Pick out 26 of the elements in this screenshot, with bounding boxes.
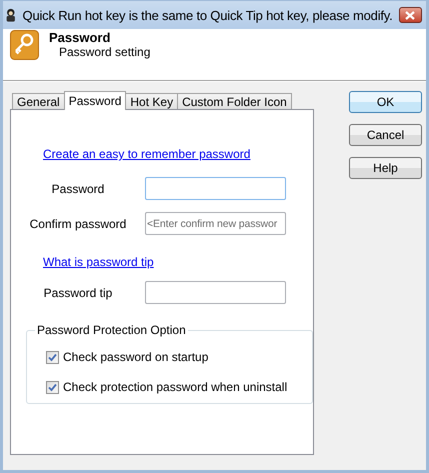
checkbox[interactable]: [46, 350, 59, 364]
close-button[interactable]: [398, 7, 422, 23]
input-field[interactable]: <Enter confirm new passwor: [145, 212, 286, 235]
tab[interactable]: Password: [64, 91, 126, 110]
tab[interactable]: Custom Folder Icon: [177, 93, 292, 109]
checkbox-label: Check password on startup: [63, 350, 208, 364]
header-title: Password: [49, 30, 112, 45]
field-label: Confirm password: [28, 216, 128, 230]
help-link[interactable]: What is password tip: [43, 255, 154, 269]
close-icon: [405, 10, 416, 20]
help-link[interactable]: Create an easy to remember password: [43, 147, 250, 161]
dialog-button[interactable]: Cancel: [349, 124, 422, 146]
group-title: Password Protection Option: [35, 323, 188, 337]
app-icon: [5, 7, 17, 23]
field-label: Password: [50, 182, 106, 196]
header-subtitle: Password setting: [58, 45, 150, 59]
input-field[interactable]: [145, 281, 286, 304]
input-field[interactable]: [145, 177, 286, 200]
checkbox[interactable]: [46, 380, 59, 394]
field-label: Password tip: [42, 286, 114, 300]
window-title: Quick Run hot key is the same to Quick Tip hot key, please modify.: [22, 8, 393, 22]
dialog-button[interactable]: OK: [349, 91, 422, 113]
dialog-button[interactable]: Help: [349, 157, 422, 179]
tab[interactable]: General: [12, 93, 65, 109]
checkbox-label: Check protection password when uninstall: [63, 380, 288, 394]
tab[interactable]: Hot Key: [125, 93, 178, 109]
